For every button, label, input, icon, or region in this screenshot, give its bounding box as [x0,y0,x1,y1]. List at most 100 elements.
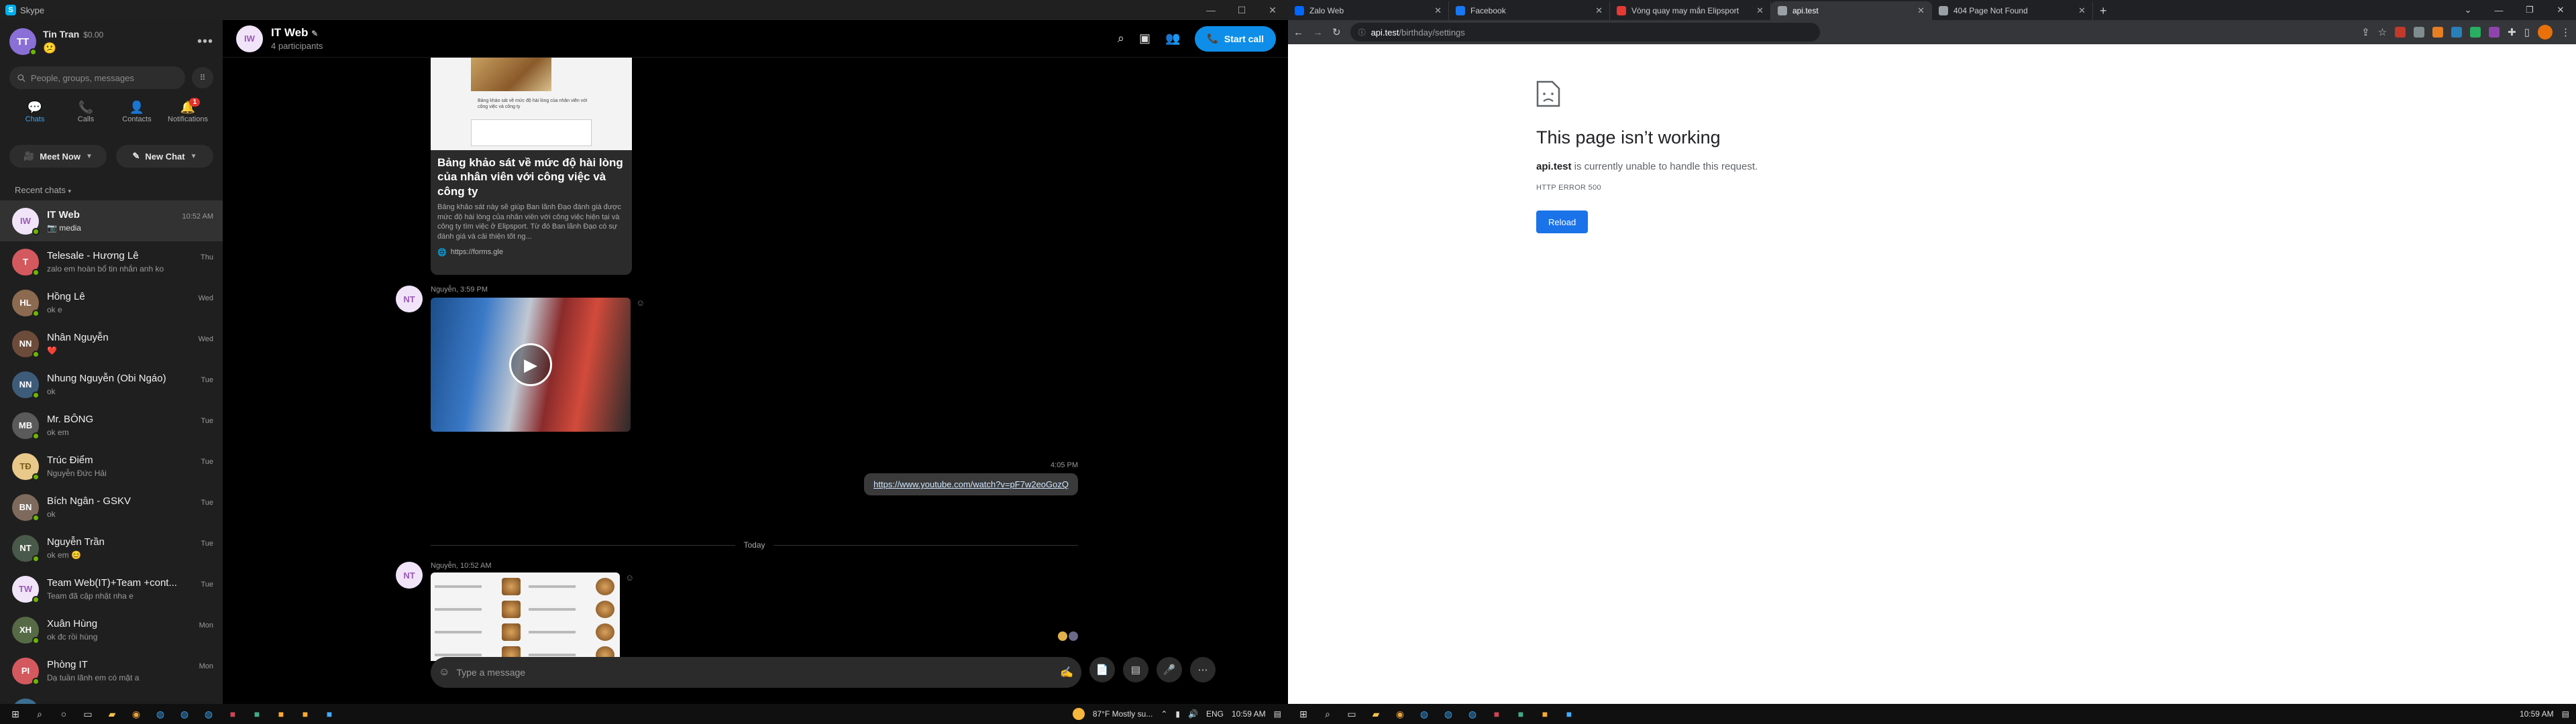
app-icon[interactable]: ◍ [1441,707,1456,721]
format-icon[interactable]: ✍ [1060,666,1073,679]
chat-list-item[interactable]: T Telesale - Hương Lê zalo em hoàn bổ tin … [0,241,223,282]
more-icon[interactable]: ⋯ [1190,657,1216,682]
extension-icon[interactable] [2414,27,2425,38]
browser-tab[interactable]: Zalo Web ✕ [1288,1,1449,20]
new-chat-button[interactable]: ✎ New Chat ▼ [116,145,213,168]
start-call-button[interactable]: 📞 Start call [1195,25,1276,52]
participants-count[interactable]: 4 participants [271,41,323,51]
message-composer[interactable]: ☺ ✍ [431,657,1081,688]
minimize-button[interactable]: — [2483,5,2514,15]
file-explorer-icon[interactable]: ▰ [105,707,119,721]
minimize-button[interactable]: — [1195,0,1226,20]
extension-icon[interactable] [2470,27,2481,38]
tab-close-icon[interactable]: ✕ [1434,5,1442,16]
browser-tab[interactable]: api.test ✕ [1771,1,1932,20]
browser-tab[interactable]: Vòng quay may mắn Elipsport ✕ [1610,1,1771,20]
chat-list-item[interactable]: PI Phòng IT Dạ tuần lãnh em có mặt a Mon [0,650,223,691]
reaction-icon[interactable]: ☺ [625,572,634,661]
sidebar-icon[interactable]: ▯ [2524,26,2530,38]
browser-tab[interactable]: Facebook ✕ [1449,1,1610,20]
nav-contacts[interactable]: 👤 Contacts [117,101,157,135]
chat-list-item[interactable]: NT Nguyễn Trần ok em 😊 Tue [0,528,223,568]
network-icon[interactable]: ▮ [1175,709,1180,719]
search-icon[interactable]: ⌕ [1118,32,1124,46]
tab-close-icon[interactable]: ✕ [2078,5,2086,16]
task-view-icon[interactable]: ▭ [80,707,95,721]
skype-taskbar-icon[interactable]: ◍ [1417,707,1432,721]
weather-text[interactable]: 87°F Mostly su... [1093,709,1153,719]
chat-list-item[interactable]: TW Team Web(IT)+Team +cont... Team đã cập … [0,568,223,609]
search-icon[interactable]: ⌕ [32,707,47,721]
extensions-puzzle-icon[interactable]: ✚ [2508,26,2516,38]
chat-list-item[interactable]: MB Mr. BÔNG ok em Tue [0,405,223,446]
profile-avatar[interactable] [2538,25,2553,40]
file-explorer-icon[interactable]: ▰ [1368,707,1383,721]
sender-avatar[interactable]: NT [396,562,423,589]
app-icon[interactable]: ◍ [201,707,216,721]
link-preview-card[interactable]: Bảng khảo sát về mức độ hài lòng của nhâ… [431,58,632,275]
group-avatar[interactable]: IW [236,25,263,52]
tab-close-icon[interactable]: ✕ [1595,5,1603,16]
search-icon[interactable]: ⌕ [1320,707,1335,721]
menu-image[interactable] [431,572,620,661]
language-indicator[interactable]: ENG [1206,709,1224,719]
attach-file-icon[interactable]: 📄 [1089,657,1115,682]
app-icon[interactable]: ■ [298,707,313,721]
close-button[interactable]: ✕ [1257,0,1288,20]
windows-start-icon[interactable]: ⊞ [8,707,23,721]
app-icon[interactable]: ■ [225,707,240,721]
app-icon[interactable]: ■ [250,707,264,721]
app-icon[interactable]: ■ [1538,707,1552,721]
dialpad-icon[interactable]: ⠿ [192,67,213,88]
chat-list-item[interactable]: BBTCMon [0,691,223,704]
app-icon[interactable]: ■ [274,707,288,721]
close-button[interactable]: ✕ [2545,5,2576,15]
tab-close-icon[interactable]: ✕ [1756,5,1764,16]
notification-center-icon[interactable]: ▤ [1274,709,1281,719]
chat-list-item[interactable]: NN Nhân Nguyễn ❤️ Wed [0,323,223,364]
search-box[interactable] [9,66,185,89]
app-icon[interactable]: ■ [1513,707,1528,721]
chat-list-item[interactable]: NN Nhung Nguyễn (Obi Ngáo) ok Tue [0,364,223,405]
reload-icon[interactable]: ↻ [1332,26,1341,38]
extension-icon[interactable] [2432,27,2444,38]
windows-start-icon[interactable]: ⊞ [1296,707,1311,721]
meet-now-button[interactable]: 🎥 Meet Now ▼ [9,145,107,168]
nav-notifications[interactable]: 🔔 1 Notifications [168,98,208,135]
app-icon[interactable]: ■ [1562,707,1576,721]
nav-chats[interactable]: 💬 Chats [15,101,55,135]
chrome-icon[interactable]: ◉ [1393,707,1407,721]
profile-avatar[interactable]: TT [9,28,37,56]
tray-chevron-icon[interactable]: ⌃ [1161,709,1167,719]
chrome-menu-icon[interactable]: ⋮ [2561,26,2571,38]
chat-list-item[interactable]: TĐ Trúc Điểm Nguyễn Đức Hải Tue [0,446,223,487]
play-icon[interactable]: ▶ [509,343,552,386]
chat-title[interactable]: IT Web ✎ [271,26,323,40]
contact-card-icon[interactable]: ▤ [1123,657,1148,682]
weather-icon[interactable] [1072,708,1085,720]
tab-close-icon[interactable]: ✕ [1917,5,1925,16]
extension-icon[interactable] [2395,27,2406,38]
new-tab-button[interactable]: + [2093,1,2114,20]
chat-list-item[interactable]: BN Bích Ngân - GSKV ok Tue [0,487,223,528]
extension-icon[interactable] [2489,27,2500,38]
app-icon[interactable]: ■ [322,707,337,721]
sender-avatar[interactable]: NT [396,286,423,312]
recent-chats-header[interactable]: Recent chats ▾ [0,174,223,200]
forward-icon[interactable]: → [1313,27,1323,38]
card-link[interactable]: 🌐 https://forms.gle [431,244,632,261]
chat-list-item[interactable]: HL Hồng Lê ok e Wed [0,282,223,323]
back-icon[interactable]: ← [1293,27,1303,38]
video-thumbnail[interactable]: ▶ [431,298,631,432]
volume-icon[interactable]: 🔊 [1188,709,1198,719]
extension-icon[interactable] [2451,27,2463,38]
profile-name[interactable]: Tin Tran [43,29,79,40]
chrome-icon[interactable]: ◉ [129,707,144,721]
profile-mood[interactable]: 😕 [43,42,103,55]
more-options-icon[interactable]: ••• [197,34,213,50]
clock[interactable]: 10:59 AM [1232,709,1266,719]
restore-button[interactable]: ❐ [2514,5,2545,15]
gallery-icon[interactable]: ▣ [1139,32,1150,46]
bookmark-star-icon[interactable]: ☆ [2378,26,2387,38]
reload-button[interactable]: Reload [1536,210,1589,233]
